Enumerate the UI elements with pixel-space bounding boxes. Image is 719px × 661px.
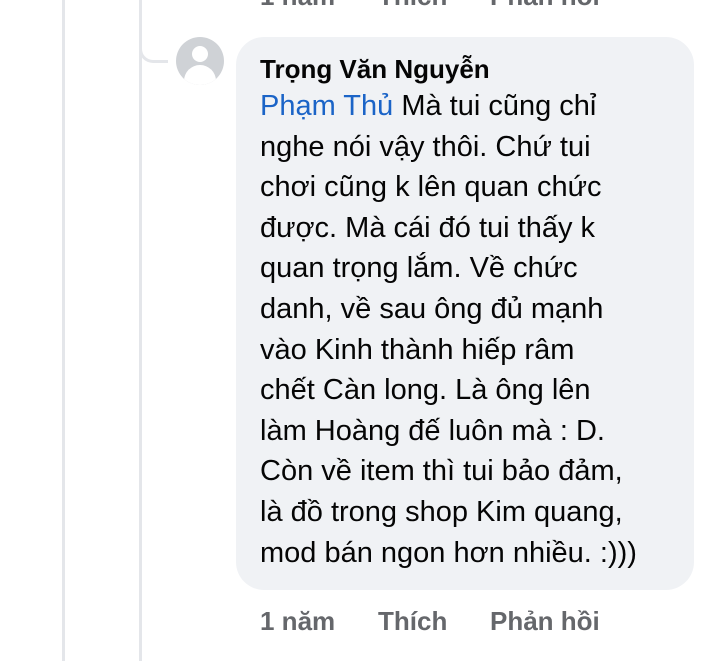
comment-timestamp[interactable]: 1 năm [260,606,378,637]
comment-bubble: Trọng Văn Nguyễn Phạm Thủ Mà tui cũng ch… [236,37,694,590]
comment-line: làm Hoàng đế luôn mà : D. [260,414,605,447]
comment-line: chết Càn long. Là ông lên [260,374,591,407]
comment-line: quan trọng lắm. Về chức [260,252,578,285]
comment-line-text: Mà tui cũng chỉ [393,90,597,122]
avatar-head-shape [192,46,208,62]
comment-line: danh, về sau ông đủ mạnh [260,292,604,325]
mention-link[interactable]: Phạm Thủ [260,90,393,122]
previous-comment-actions: 1 năm Thích Phản hồi [260,0,600,12]
comment-author[interactable]: Trọng Văn Nguyễn [260,52,674,86]
like-button[interactable]: Thích [378,0,490,12]
comment-line: Phạm Thủ Mà tui cũng chỉ [260,86,674,127]
comment-text: Phạm Thủ Mà tui cũng chỉ nghe nói vậy th… [260,86,674,573]
like-button[interactable]: Thích [378,606,490,637]
reply-button[interactable]: Phản hồi [490,0,600,12]
comment-timestamp[interactable]: 1 năm [260,0,378,12]
comment-line: nghe nói vậy thôi. Chứ tui [260,130,591,163]
comment-line: Còn về item thì tui bảo đảm, [260,455,623,488]
comment-actions: 1 năm Thích Phản hồi [260,605,600,637]
reply-button[interactable]: Phản hồi [490,606,600,637]
thread-line-outer [62,0,65,661]
avatar[interactable] [176,37,224,85]
reply-connector [139,30,168,63]
comment-line: được. Mà cái đó tui thấy k [260,211,596,244]
thread-line-inner [139,0,142,661]
comment-line: chơi cũng k lên quan chức [260,171,602,204]
comment-line: mod bán ngon hơn nhiều. :))) [260,536,637,569]
comment-line: vào Kinh thành hiếp râm [260,333,575,366]
comment-line: là đồ trong shop Kim quang, [260,495,623,528]
avatar-body-shape [184,65,216,85]
